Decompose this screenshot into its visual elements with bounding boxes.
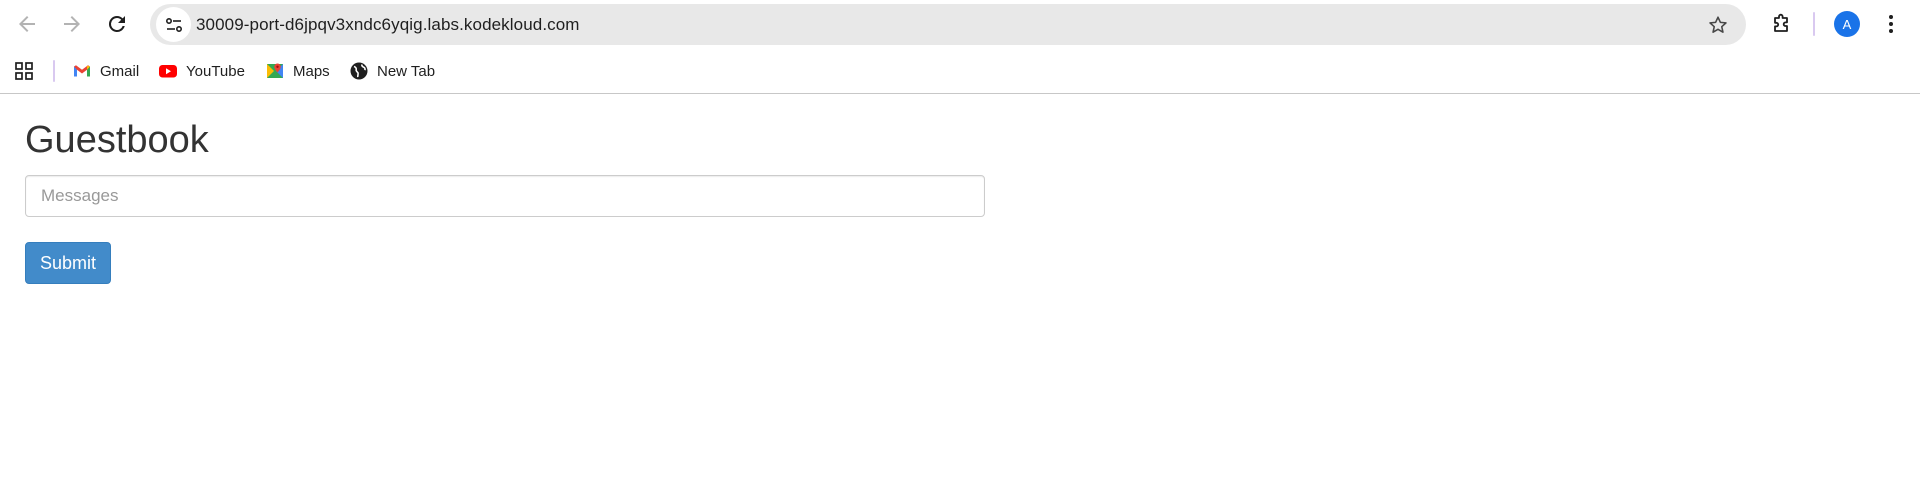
bookmark-label: Gmail	[100, 62, 140, 80]
bookmark-youtube[interactable]: YouTube	[158, 57, 245, 85]
bookmarks-bar: Gmail YouTube Maps New Tab	[0, 48, 1920, 94]
three-dots-icon	[1889, 15, 1893, 33]
youtube-icon	[159, 65, 177, 78]
star-icon	[1709, 16, 1727, 33]
apps-button[interactable]	[12, 59, 36, 83]
arrow-right-icon	[64, 16, 80, 32]
toolbar-divider	[1813, 12, 1815, 36]
reload-icon	[108, 15, 125, 32]
bookmark-gmail[interactable]: Gmail	[72, 57, 139, 85]
gmail-icon	[74, 65, 90, 77]
profile-avatar[interactable]: A	[1834, 11, 1860, 37]
arrow-left-icon	[19, 16, 35, 32]
extensions-button[interactable]	[1763, 6, 1799, 42]
grid-icon	[15, 62, 33, 80]
bookmark-label: Maps	[293, 62, 330, 80]
puzzle-icon	[1774, 13, 1788, 32]
url-text[interactable]: 30009-port-d6jpqv3xndc6yqig.labs.kodeklo…	[196, 4, 580, 45]
messages-input[interactable]	[25, 175, 985, 217]
site-info-button[interactable]	[156, 7, 191, 42]
maps-icon	[267, 63, 283, 78]
globe-icon	[350, 62, 368, 80]
bookmark-star-button[interactable]	[1705, 12, 1731, 38]
tune-icon	[165, 17, 182, 32]
page-title: Guestbook	[25, 119, 209, 161]
profile-initial: A	[1842, 16, 1852, 32]
bookmark-label: YouTube	[186, 62, 245, 80]
submit-button[interactable]: Submit	[25, 242, 111, 284]
bookmark-label: New Tab	[377, 62, 436, 80]
reload-button[interactable]	[99, 6, 135, 42]
address-bar[interactable]: 30009-port-d6jpqv3xndc6yqig.labs.kodeklo…	[150, 4, 1746, 45]
bookmark-new-tab[interactable]: New Tab	[349, 57, 435, 85]
browser-menu-button[interactable]	[1876, 8, 1906, 40]
bookmarks-divider	[53, 60, 55, 82]
bookmark-maps[interactable]: Maps	[265, 57, 330, 85]
back-button[interactable]	[9, 6, 45, 42]
forward-button[interactable]	[54, 6, 90, 42]
browser-toolbar: 30009-port-d6jpqv3xndc6yqig.labs.kodeklo…	[0, 0, 1920, 48]
page-content: Guestbook Submit	[0, 95, 1920, 484]
